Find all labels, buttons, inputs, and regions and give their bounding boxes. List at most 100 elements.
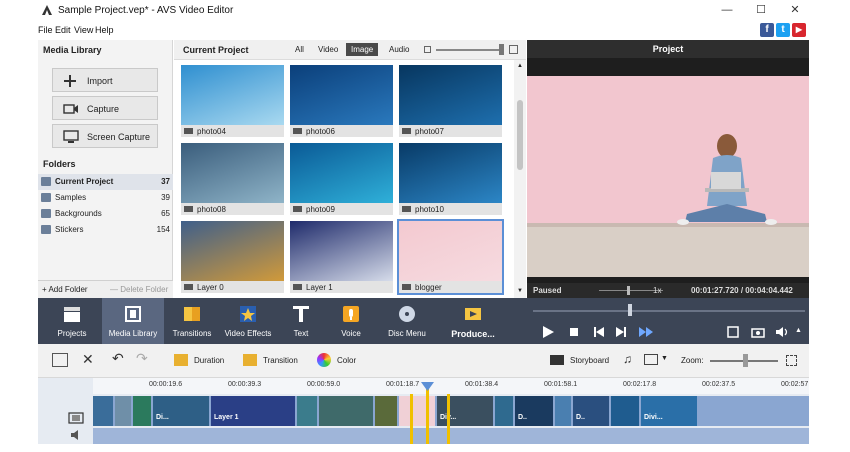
menu-view[interactable]: View [74, 25, 93, 35]
time-display: 00:01:27.720 / 00:04:04.442 [691, 286, 793, 295]
timeline-clip[interactable]: Divi... [641, 396, 697, 426]
timeline-clip[interactable] [495, 396, 513, 426]
previous-frame-icon[interactable] [593, 326, 605, 338]
fullscreen-icon[interactable] [727, 326, 739, 338]
thumbnail-photo07[interactable]: photo07 [399, 65, 502, 137]
thumbnail-photo10[interactable]: photo10 [399, 143, 502, 215]
split-icon[interactable] [52, 353, 68, 367]
thumb-size-handle[interactable] [499, 44, 504, 55]
duration-button[interactable]: Duration [194, 356, 224, 365]
twitter-icon[interactable]: t [776, 23, 790, 37]
folder-samples[interactable]: Samples 39 [38, 190, 173, 206]
menu-edit[interactable]: Edit [55, 25, 71, 35]
delete-icon[interactable]: ✕ [82, 351, 94, 368]
timeline-clip[interactable] [93, 396, 113, 426]
timeline-clip[interactable] [611, 396, 639, 426]
aspect-dropdown-icon[interactable]: ▼ [661, 355, 668, 362]
tool-disc-menu[interactable]: Disc Menu [380, 298, 434, 344]
thumbnail-photo06[interactable]: photo06 [290, 65, 393, 137]
menu-file[interactable]: File [38, 25, 53, 35]
tool-produce[interactable]: Produce... [440, 298, 506, 344]
duration-icon[interactable] [174, 354, 188, 366]
undo-icon[interactable]: ↶ [112, 350, 124, 367]
small-thumbs-icon[interactable] [424, 46, 431, 53]
playhead[interactable] [426, 386, 429, 444]
filter-all[interactable]: All [295, 45, 304, 54]
filter-audio[interactable]: Audio [389, 45, 409, 54]
thumbnail-blogger[interactable]: blogger [397, 219, 504, 295]
speed-handle[interactable] [627, 286, 630, 295]
folder-current-project[interactable]: Current Project 37 [38, 174, 173, 190]
storyboard-icon[interactable] [550, 355, 564, 365]
next-frame-icon[interactable] [615, 326, 627, 338]
close-button[interactable]: ✕ [782, 2, 808, 18]
playhead-marker-icon[interactable] [421, 382, 434, 391]
timeline-clip[interactable] [319, 396, 373, 426]
menu-help[interactable]: Help [95, 25, 114, 35]
thumbnail-photo04[interactable]: photo04 [181, 65, 284, 137]
thumbnail-photo09[interactable]: photo09 [290, 143, 393, 215]
volume-icon[interactable] [775, 326, 791, 338]
scroll-thumb[interactable] [517, 100, 523, 170]
preview-video-frame[interactable] [527, 76, 809, 277]
minimize-button[interactable]: — [714, 2, 740, 18]
timeline-clip[interactable]: Layer 1 [211, 396, 295, 426]
timeline-clip[interactable] [555, 396, 571, 426]
tool-voice[interactable]: Voice [328, 298, 374, 344]
capture-button[interactable]: Capture [52, 96, 158, 120]
redo-icon[interactable]: ↷ [136, 350, 148, 367]
audio-mixer-icon[interactable]: ♫ [623, 352, 632, 366]
screen-capture-button[interactable]: Screen Capture [52, 124, 158, 148]
timeline-clip[interactable]: D.. [573, 396, 609, 426]
folder-backgrounds[interactable]: Backgrounds 65 [38, 206, 173, 222]
plus-icon [64, 75, 76, 87]
stop-icon[interactable] [569, 327, 579, 337]
snapshot-icon[interactable] [751, 326, 765, 338]
seek-bar[interactable] [533, 310, 805, 312]
thumbnail-photo08[interactable]: photo08 [181, 143, 284, 215]
volume-expand-icon[interactable]: ▲ [795, 327, 802, 334]
tool-video-effects[interactable]: Video Effects [220, 298, 276, 344]
tool-projects[interactable]: Projects [44, 298, 100, 344]
filter-video[interactable]: Video [318, 45, 338, 54]
maximize-button[interactable]: ☐ [748, 2, 774, 18]
add-folder-button[interactable]: + Add Folder [42, 285, 88, 294]
filter-image[interactable]: Image [346, 43, 379, 56]
timeline-clip[interactable] [297, 396, 317, 426]
storyboard-button[interactable]: Storyboard [570, 356, 609, 365]
timeline-clip[interactable]: Di... [153, 396, 209, 426]
import-button[interactable]: Import [52, 68, 158, 92]
scroll-up-icon[interactable]: ▲ [517, 63, 523, 69]
play-icon[interactable] [541, 325, 555, 339]
zoom-handle[interactable] [743, 354, 748, 367]
youtube-icon[interactable]: ▶ [792, 23, 806, 37]
selected-clip-bounds[interactable] [410, 394, 450, 444]
color-icon[interactable] [317, 353, 331, 367]
thumbnail-layer-1[interactable]: Layer 1 [290, 221, 393, 293]
transition-button[interactable]: Transition [263, 356, 298, 365]
audio-track[interactable] [93, 428, 809, 444]
facebook-icon[interactable]: f [760, 23, 774, 37]
video-track[interactable]: Di... Layer 1 Div... D.. D.. Divi... [93, 396, 809, 426]
timeline-clip[interactable] [115, 396, 131, 426]
project-scrollbar[interactable]: ▲ ▼ [514, 60, 526, 298]
large-thumbs-icon[interactable] [509, 45, 518, 54]
delete-folder-button[interactable]: — Delete Folder [110, 285, 168, 294]
transition-icon[interactable] [243, 354, 257, 366]
timeline-clip[interactable]: D.. [515, 396, 553, 426]
tool-text[interactable]: Text [278, 298, 324, 344]
tool-transitions[interactable]: Transitions [166, 298, 218, 344]
color-button[interactable]: Color [337, 356, 356, 365]
thumb-size-slider[interactable] [436, 49, 502, 51]
thumbnail-layer-0[interactable]: Layer 0 [181, 221, 284, 293]
seek-handle[interactable] [628, 304, 632, 316]
scroll-down-icon[interactable]: ▼ [517, 288, 523, 294]
fit-zoom-icon[interactable] [786, 355, 797, 366]
time-ruler[interactable]: 00:00:19.6 00:00:39.3 00:00:59.0 00:01:18.7… [93, 378, 809, 394]
tool-media-library[interactable]: Media Library [102, 298, 164, 344]
full-forward-icon[interactable] [638, 326, 654, 338]
aspect-ratio-icon[interactable] [644, 354, 658, 365]
timeline-clip[interactable] [375, 396, 397, 426]
folder-stickers[interactable]: Stickers 154 [38, 222, 173, 238]
timeline-clip[interactable] [133, 396, 151, 426]
